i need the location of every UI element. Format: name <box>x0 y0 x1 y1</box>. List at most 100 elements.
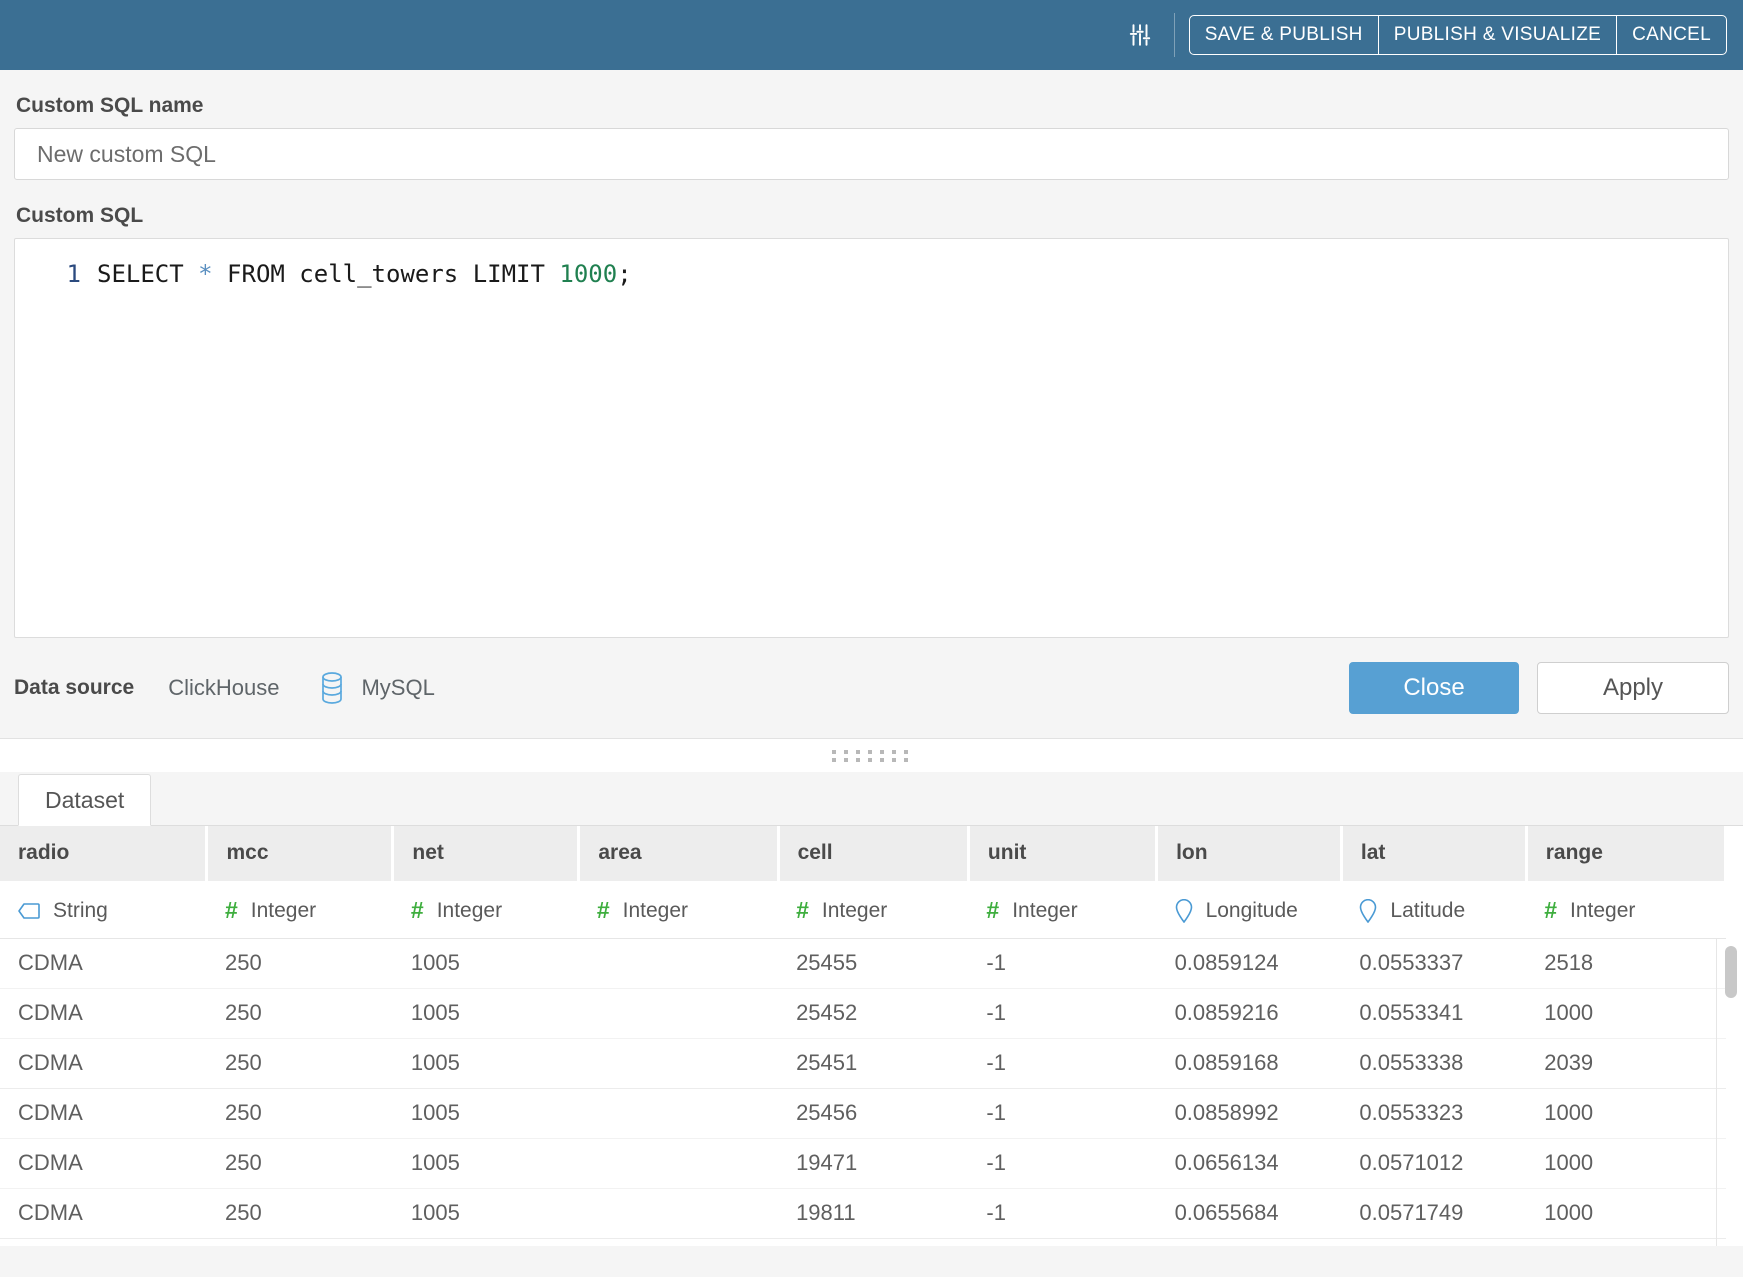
hash-icon: # <box>1544 899 1557 922</box>
cancel-button[interactable]: CANCEL <box>1617 15 1727 55</box>
column-header-lat[interactable]: lat <box>1341 826 1526 882</box>
sql-token-star: * <box>198 260 212 288</box>
toolbar-actions: SAVE & PUBLISH PUBLISH & VISUALIZE CANCE… <box>1189 15 1727 55</box>
data-source-row: Data source ClickHouse MySQL Close Apply <box>0 638 1743 738</box>
table-row[interactable]: CDMA250100519471-10.06561340.05710121000 <box>0 1138 1726 1188</box>
cell-area <box>579 1138 778 1188</box>
vertical-scrollbar-thumb[interactable] <box>1725 946 1737 998</box>
map-pin-icon <box>1359 899 1377 923</box>
column-header-mcc[interactable]: mcc <box>207 826 393 882</box>
column-type-radio[interactable]: String <box>0 882 207 938</box>
cell-net: 1005 <box>393 938 579 988</box>
cell-radio: CDMA <box>0 1138 207 1188</box>
sliders-icon[interactable] <box>1120 15 1160 55</box>
pane-resize-handle[interactable] <box>0 738 1743 772</box>
table-row[interactable]: CDMA250100525452-10.08592160.05533411000 <box>0 988 1726 1038</box>
cell-net: 1005 <box>393 1088 579 1138</box>
column-header-cell[interactable]: cell <box>778 826 968 882</box>
cell-cell: 25456 <box>778 1088 968 1138</box>
sql-token-select: SELECT <box>97 260 198 288</box>
cell-lat: 0.0553323 <box>1341 1088 1526 1138</box>
data-source-option-clickhouse[interactable]: ClickHouse <box>168 675 279 701</box>
cell-lat: 0.0553338 <box>1341 1038 1526 1088</box>
column-header-range[interactable]: range <box>1526 826 1725 882</box>
cell-mcc: 250 <box>207 1088 393 1138</box>
cell-mcc: 250 <box>207 1038 393 1088</box>
column-type-cell[interactable]: # Integer <box>778 882 968 938</box>
cell-lat: 0.0571749 <box>1341 1188 1526 1238</box>
map-pin-icon <box>1175 899 1193 923</box>
cell-area <box>579 1038 778 1088</box>
dataset-tabstrip: Dataset <box>0 772 1743 826</box>
sql-token-semicolon: ; <box>617 260 631 288</box>
cell-net: 1005 <box>393 1138 579 1188</box>
cell-lat: 0.0553341 <box>1341 988 1526 1038</box>
table-row[interactable]: CDMA250100525451-10.08591680.05533382039 <box>0 1038 1726 1088</box>
cell-radio: CDMA <box>0 1188 207 1238</box>
data-source-option-mysql-label: MySQL <box>361 675 434 701</box>
save-and-publish-button[interactable]: SAVE & PUBLISH <box>1189 15 1379 55</box>
cell-mcc: 250 <box>207 1188 393 1238</box>
sql-token-from-clause: FROM cell_towers LIMIT <box>213 260 560 288</box>
cell-unit: -1 <box>968 1038 1156 1088</box>
column-type-label: Integer <box>1570 899 1635 923</box>
cell-net: 1005 <box>393 988 579 1038</box>
column-type-mcc[interactable]: #Integer <box>207 882 393 938</box>
column-type-lat[interactable]: Latitude <box>1341 882 1526 938</box>
cell-range: 2039 <box>1526 1038 1725 1088</box>
dataset-result-grid: radiomccnetareacellunitlonlatrange Strin… <box>0 826 1743 1246</box>
cell-radio: CDMA <box>0 1038 207 1088</box>
cell-lat: 0.0553337 <box>1341 938 1526 988</box>
sql-code-line: SELECT * FROM cell_towers LIMIT 1000; <box>97 259 632 289</box>
data-source-label: Data source <box>14 676 134 700</box>
cell-range: 1000 <box>1526 1088 1725 1138</box>
custom-sql-name-label: Custom SQL name <box>14 70 1729 128</box>
apply-button[interactable]: Apply <box>1537 662 1729 714</box>
table-row[interactable]: CDMA250100525456-10.08589920.05533231000 <box>0 1088 1726 1138</box>
tab-dataset[interactable]: Dataset <box>18 774 151 826</box>
vertical-scrollbar[interactable] <box>1725 946 1737 1236</box>
cell-mcc: 250 <box>207 988 393 1038</box>
table-header-row: radiomccnetareacellunitlonlatrange <box>0 826 1726 882</box>
column-type-range[interactable]: # Integer <box>1526 882 1725 938</box>
database-cylinder-icon <box>319 671 345 705</box>
column-header-net[interactable]: net <box>393 826 579 882</box>
cell-range: 2518 <box>1526 938 1725 988</box>
column-type-net[interactable]: #Integer <box>393 882 579 938</box>
hash-icon: # <box>597 899 610 922</box>
cell-net: 1005 <box>393 1188 579 1238</box>
cell-cell: 19471 <box>778 1138 968 1188</box>
data-source-option-mysql[interactable]: MySQL <box>319 671 434 705</box>
custom-sql-name-input[interactable] <box>14 128 1729 180</box>
column-type-label: Integer <box>1012 899 1077 923</box>
cell-mcc: 250 <box>207 1138 393 1188</box>
close-button[interactable]: Close <box>1349 662 1519 714</box>
hash-icon: # <box>411 899 424 922</box>
hash-icon: # <box>796 899 809 922</box>
table-row[interactable]: CDMA250100519811-10.06556840.05717491000 <box>0 1188 1726 1238</box>
column-header-lon[interactable]: lon <box>1157 826 1342 882</box>
column-header-unit[interactable]: unit <box>968 826 1156 882</box>
column-type-label: Integer <box>251 899 316 923</box>
column-type-area[interactable]: #Integer <box>579 882 778 938</box>
cell-cell: 25451 <box>778 1038 968 1088</box>
cell-area <box>579 988 778 1038</box>
sql-code-editor[interactable]: 1 SELECT * FROM cell_towers LIMIT 1000; <box>14 238 1729 638</box>
scrollbar-track-divider <box>1716 939 1717 1246</box>
cell-lon: 0.0859168 <box>1157 1038 1342 1088</box>
cell-lon: 0.0656134 <box>1157 1138 1342 1188</box>
publish-and-visualize-button[interactable]: PUBLISH & VISUALIZE <box>1379 15 1617 55</box>
cell-unit: -1 <box>968 938 1156 988</box>
column-type-lon[interactable]: Longitude <box>1157 882 1342 938</box>
cell-radio: CDMA <box>0 938 207 988</box>
column-type-label: Integer <box>822 899 887 923</box>
cell-mcc: 250 <box>207 938 393 988</box>
column-header-area[interactable]: area <box>579 826 778 882</box>
table-row[interactable]: CDMA250100525455-10.08591240.05533372518 <box>0 938 1726 988</box>
column-type-label: Latitude <box>1390 899 1465 923</box>
grip-dots-icon <box>832 750 912 762</box>
column-type-label: String <box>53 899 108 923</box>
column-type-unit[interactable]: #Integer <box>968 882 1156 938</box>
column-header-radio[interactable]: radio <box>0 826 207 882</box>
cell-range: 1000 <box>1526 1138 1725 1188</box>
